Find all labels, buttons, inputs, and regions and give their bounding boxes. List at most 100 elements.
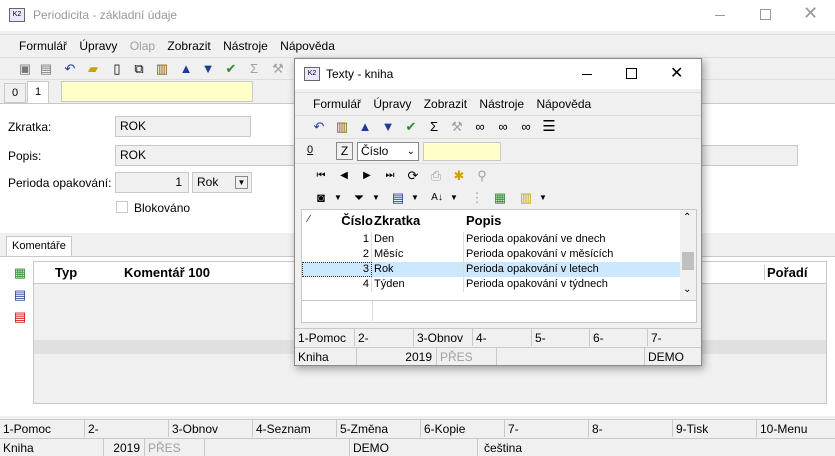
scroll-down-icon[interactable]: ⌄ — [683, 284, 691, 295]
dialog-maximize-icon[interactable] — [626, 68, 637, 79]
fkey-5[interactable]: 5-Změna — [337, 420, 421, 437]
menu-formular[interactable]: Formulář — [19, 39, 67, 53]
dialog-close-icon[interactable]: ✕ — [670, 63, 683, 83]
comments-scrollbar[interactable] — [822, 283, 833, 404]
menu-olap[interactable]: Olap — [130, 39, 155, 53]
column-header-typ[interactable]: Typ — [55, 265, 77, 280]
dialog-fkey-2[interactable]: 2- — [355, 329, 414, 346]
pin-icon[interactable]: ⚲ — [474, 168, 490, 184]
dialog-fkey-5[interactable]: 5- — [532, 329, 590, 346]
undo-icon[interactable]: ↶ — [62, 61, 78, 77]
dialog-undo-icon[interactable]: ↶ — [311, 119, 327, 135]
table-row[interactable]: 1 Den Perioda opakování ve dnech — [302, 232, 680, 247]
arrow-down-icon[interactable]: ▼ — [200, 61, 216, 77]
dialog-arrow-up-icon[interactable]: ▲ — [357, 119, 373, 135]
dialog-fkey-4[interactable]: 4- — [473, 329, 532, 346]
column-header-poradi[interactable]: Pořadí — [764, 265, 807, 280]
dialog-menu-zobrazit[interactable]: Zobrazit — [424, 97, 467, 111]
prev-record-icon[interactable]: ◀ — [336, 168, 352, 184]
dialog-arrow-down-icon[interactable]: ▼ — [380, 119, 396, 135]
maximize-icon[interactable] — [760, 9, 771, 20]
star-icon[interactable]: ✱ — [451, 168, 467, 184]
dialog-menu-nastroje[interactable]: Nástroje — [479, 97, 524, 111]
blokovano-checkbox[interactable] — [116, 201, 128, 213]
report-icon[interactable]: ▥ — [518, 190, 534, 206]
scroll-thumb[interactable] — [682, 252, 694, 270]
menu-upravy[interactable]: Úpravy — [79, 39, 117, 53]
copy-icon[interactable]: ⧉ — [131, 61, 147, 77]
close-icon[interactable]: ✕ — [803, 3, 818, 24]
main-search-field[interactable] — [61, 81, 253, 102]
camera-icon[interactable]: ◙ — [313, 190, 329, 206]
z-button[interactable]: Z — [336, 142, 353, 160]
fkey-8[interactable]: 8- — [589, 420, 673, 437]
edit-comment-icon[interactable]: ▤ — [12, 287, 28, 303]
fkey-4[interactable]: 4-Seznam — [253, 420, 337, 437]
dialog-fkey-7[interactable]: 7- — [648, 329, 699, 346]
dialog-menu-napoveda[interactable]: Nápověda — [536, 97, 591, 111]
export-icon[interactable]: ▤ — [390, 190, 406, 206]
fkey-2[interactable]: 2- — [85, 420, 169, 437]
table-row-selected[interactable]: 3 Rok Perioda opakování v letech — [302, 262, 680, 277]
table-row[interactable]: 2 Měsíc Perioda opakování v měsících — [302, 247, 680, 262]
fkey-7[interactable]: 7- — [505, 420, 589, 437]
column-header-cislo[interactable]: Číslo — [330, 213, 373, 228]
excel-icon[interactable]: ▦ — [492, 190, 508, 206]
book-icon[interactable]: ▥ — [154, 61, 170, 77]
first-record-icon[interactable]: ⏮ — [313, 168, 329, 184]
dialog-fkey-3[interactable]: 3-Obnov — [414, 329, 473, 346]
menu-nastroje[interactable]: Nástroje — [223, 39, 268, 53]
funnel-dropdown-icon[interactable]: ▼ — [368, 190, 384, 206]
filter-check-icon[interactable]: ✔ — [223, 61, 239, 77]
fkey-1[interactable]: 1-Pomoc — [0, 420, 85, 437]
fkey-10[interactable]: 10-Menu — [757, 420, 835, 437]
tab-1[interactable]: 1 — [27, 81, 49, 103]
new-document-icon[interactable]: ▯ — [109, 61, 125, 77]
perioda-number-field[interactable]: 1 — [115, 172, 189, 193]
table-row[interactable]: 4 Týden Perioda opakování v týdnech — [302, 277, 680, 292]
tab-0[interactable]: 0 — [4, 83, 26, 103]
refresh-icon[interactable]: ⟳ — [405, 168, 421, 184]
sort-select[interactable]: Číslo ⌄ — [357, 142, 419, 161]
funnel-icon[interactable]: ⏷ — [351, 190, 367, 206]
fkey-3[interactable]: 3-Obnov — [169, 420, 253, 437]
sort-az-icon[interactable]: A↓ — [429, 190, 445, 206]
dialog-menu-upravy[interactable]: Úpravy — [373, 97, 411, 111]
texty-grid-scrollbar[interactable]: ⌃ ⌄ — [680, 210, 696, 300]
report-dropdown-icon[interactable]: ▼ — [535, 190, 551, 206]
menu-zobrazit[interactable]: Zobrazit — [167, 39, 210, 53]
save-icon[interactable]: ▣ — [17, 61, 33, 77]
arrow-up-icon[interactable]: ▲ — [178, 61, 194, 77]
dialog-sum-icon[interactable]: Σ — [426, 119, 442, 135]
export-dropdown-icon[interactable]: ▼ — [407, 190, 423, 206]
sort-dropdown-icon[interactable]: ▼ — [446, 190, 462, 206]
print-icon[interactable]: ⎙ — [428, 168, 444, 184]
last-record-icon[interactable]: ⏭ — [382, 168, 398, 184]
zkratka-field[interactable]: ROK — [115, 116, 251, 137]
komentare-tab[interactable]: Komentáře — [6, 236, 72, 257]
dialog-fkey-1[interactable]: 1-Pomoc — [295, 329, 355, 346]
dialog-fkey-6[interactable]: 6- — [590, 329, 648, 346]
add-comment-icon[interactable]: ▦ — [12, 265, 28, 281]
tools-icon[interactable]: ⚒ — [270, 61, 286, 77]
minimize-icon[interactable] — [715, 15, 725, 16]
next-record-icon[interactable]: ▶ — [359, 168, 375, 184]
save-as-icon[interactable]: ▤ — [38, 61, 54, 77]
delete-comment-icon[interactable]: ▤ — [12, 309, 28, 325]
scroll-up-icon[interactable]: ⌃ — [683, 212, 691, 223]
binoculars-icon[interactable]: ∞ — [472, 119, 488, 135]
column-header-zkratka[interactable]: Zkratka — [374, 213, 420, 228]
sum-icon[interactable]: Σ — [246, 61, 262, 77]
dialog-filter-check-icon[interactable]: ✔ — [403, 119, 419, 135]
columns-icon[interactable]: ⋮ — [469, 190, 485, 206]
fkey-6[interactable]: 6-Kopie — [421, 420, 505, 437]
binoculars-filter-icon[interactable]: ∞ — [518, 119, 534, 135]
dialog-tools-icon[interactable]: ⚒ — [449, 119, 465, 135]
dialog-menu-formular[interactable]: Formulář — [313, 97, 361, 111]
dialog-tab-0[interactable]: 0 — [307, 144, 313, 156]
dialog-book-icon[interactable]: ▥ — [334, 119, 350, 135]
perioda-unit-select[interactable]: Rok ▼ — [192, 172, 252, 193]
dialog-search-field[interactable] — [423, 142, 501, 161]
fkey-9[interactable]: 9-Tisk — [673, 420, 757, 437]
hamburger-menu-icon[interactable]: ☰ — [541, 119, 557, 135]
